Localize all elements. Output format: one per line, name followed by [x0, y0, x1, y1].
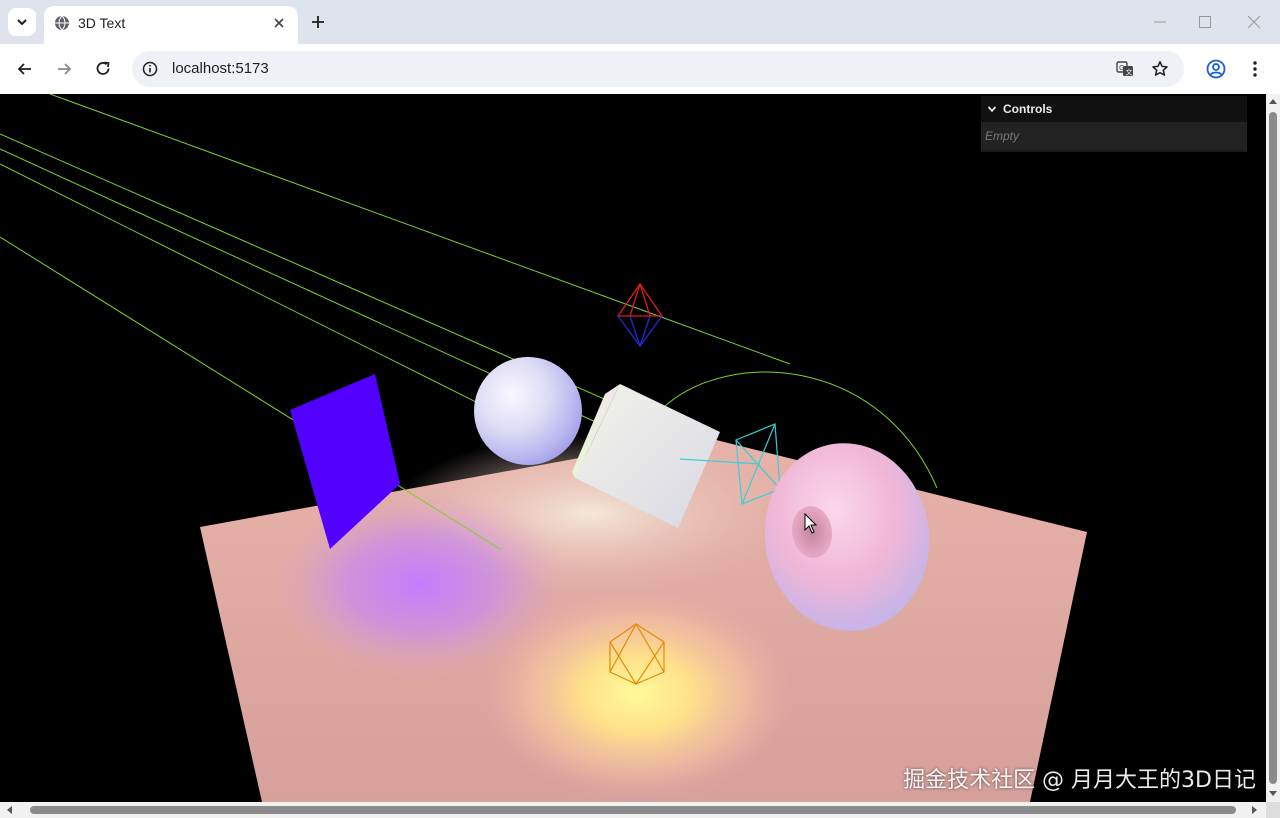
star-icon[interactable]	[1151, 60, 1169, 78]
horizontal-scrollbar[interactable]	[0, 802, 1266, 818]
tab-strip: 3D Text	[0, 0, 1280, 44]
scrollbar-corner	[1266, 802, 1280, 818]
browser-toolbar: localhost:5173 G 文	[0, 44, 1280, 94]
new-tab-button[interactable]	[306, 10, 330, 34]
back-button[interactable]	[13, 57, 37, 81]
globe-icon	[55, 15, 69, 31]
maximize-icon[interactable]	[1197, 14, 1213, 30]
scroll-left-arrow-icon[interactable]	[6, 806, 12, 814]
vertical-scrollbar[interactable]	[1266, 94, 1280, 802]
webgl-canvas[interactable]: Controls Empty 掘金技术社区 @ 月月大王的3D日记	[0, 94, 1266, 802]
back-arrow-icon	[17, 63, 31, 75]
tab-search-button[interactable]	[8, 8, 36, 36]
controls-empty-label: Empty	[981, 122, 1247, 150]
url-text[interactable]: localhost:5173	[172, 60, 269, 77]
browser-menu-button[interactable]	[1244, 58, 1266, 80]
reload-icon	[96, 61, 110, 75]
profile-button[interactable]	[1205, 58, 1227, 80]
controls-header[interactable]: Controls	[981, 96, 1247, 122]
scroll-up-arrow-icon[interactable]	[1269, 98, 1277, 104]
watermark-text: 掘金技术社区 @ 月月大王的3D日记	[903, 768, 1256, 793]
window-close-icon[interactable]	[1246, 14, 1262, 30]
info-icon[interactable]	[142, 61, 158, 77]
address-bar[interactable]: localhost:5173 G 文	[132, 51, 1184, 87]
three-scene[interactable]	[0, 94, 1266, 802]
kebab-menu-icon	[1253, 61, 1257, 77]
close-icon[interactable]	[272, 16, 286, 30]
floor-light-spot-yellow	[477, 584, 797, 802]
forward-button[interactable]	[52, 57, 76, 81]
svg-text:G: G	[1119, 64, 1124, 72]
controls-title: Controls	[1003, 102, 1053, 116]
svg-text:文: 文	[1126, 68, 1133, 77]
horizontal-scroll-thumb[interactable]	[30, 806, 1236, 814]
tab-title: 3D Text	[78, 15, 126, 31]
chevron-down-icon	[987, 106, 997, 113]
vertical-scroll-thumb[interactable]	[1269, 112, 1277, 784]
plus-icon	[312, 16, 324, 28]
profile-icon	[1206, 59, 1226, 79]
controls-panel: Controls Empty	[981, 96, 1247, 152]
scroll-right-arrow-icon[interactable]	[1252, 806, 1258, 814]
minimize-icon[interactable]	[1152, 14, 1168, 30]
forward-arrow-icon	[58, 63, 72, 75]
browser-tab[interactable]: 3D Text	[44, 6, 298, 44]
scroll-down-arrow-icon[interactable]	[1269, 791, 1277, 797]
sphere-mesh	[474, 357, 582, 465]
translate-icon[interactable]: G 文	[1116, 60, 1134, 78]
reload-button[interactable]	[91, 57, 115, 81]
chevron-down-icon	[17, 19, 27, 26]
